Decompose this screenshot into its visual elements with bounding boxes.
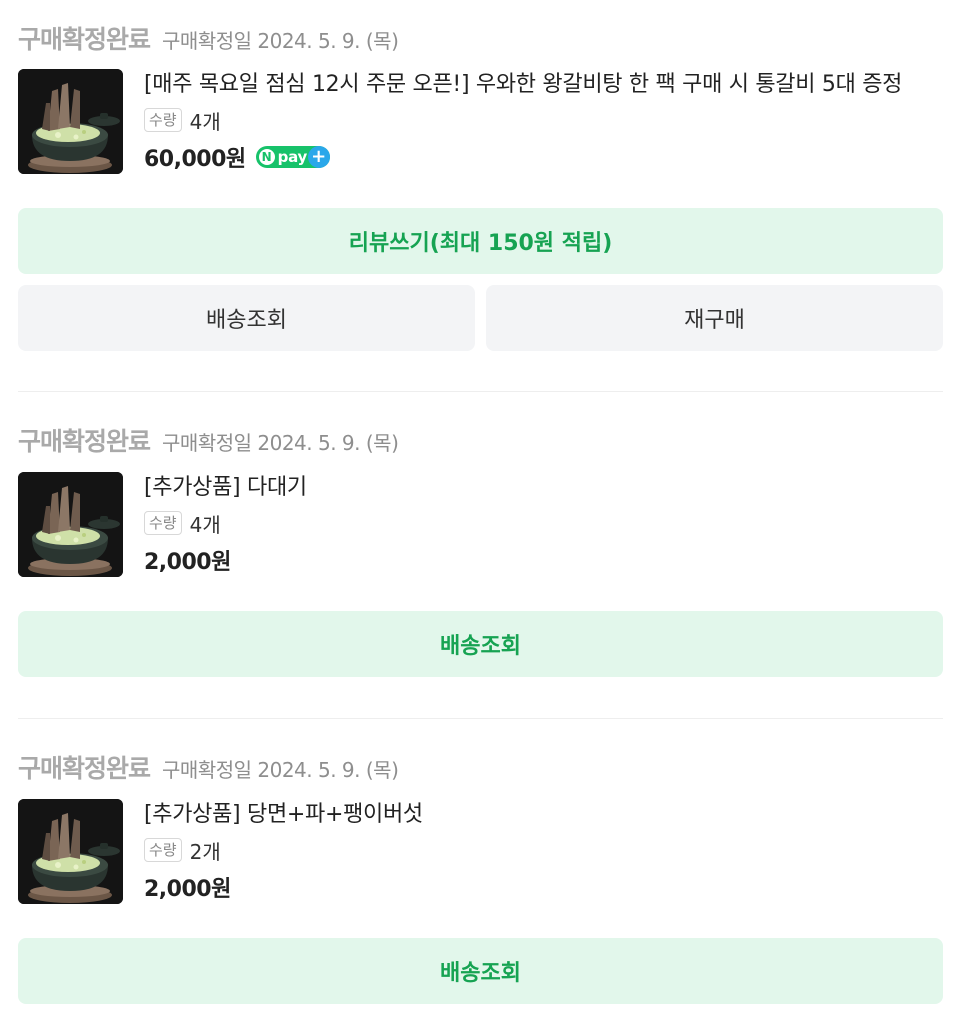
order-status: 구매확정완료 bbox=[18, 25, 151, 54]
quantity-badge: 수량 bbox=[144, 838, 182, 862]
quantity-badge: 수량 bbox=[144, 108, 182, 132]
price-row: 2,000원 bbox=[144, 872, 943, 902]
track-delivery-button[interactable]: 배송조회 bbox=[18, 938, 943, 1004]
quantity-value: 2개 bbox=[189, 839, 221, 864]
quantity-row: 수량 4개 bbox=[144, 106, 943, 134]
npay-n-icon: N bbox=[258, 149, 275, 165]
plus-icon: + bbox=[307, 146, 330, 168]
order-card: 구매확정완료 구매확정일 2024. 5. 9. (목) [추가상품] 당면+파… bbox=[0, 719, 961, 1030]
galbitang-image bbox=[18, 799, 123, 904]
product-thumbnail[interactable] bbox=[18, 472, 123, 577]
price-row: 2,000원 bbox=[144, 545, 943, 575]
order-status: 구매확정완료 bbox=[18, 427, 151, 456]
quantity-value: 4개 bbox=[189, 512, 221, 537]
product-info: [매주 목요일 점심 12시 주문 오픈!] 우와한 왕갈비탕 한 팩 구매 시… bbox=[144, 68, 943, 172]
product-thumbnail[interactable] bbox=[18, 799, 123, 904]
track-delivery-button[interactable]: 배송조회 bbox=[18, 285, 475, 351]
product-title[interactable]: [추가상품] 당면+파+팽이버섯 bbox=[144, 798, 943, 832]
track-delivery-button[interactable]: 배송조회 bbox=[18, 611, 943, 677]
quantity-row: 수량 2개 bbox=[144, 836, 943, 864]
product-title[interactable]: [추가상품] 다대기 bbox=[144, 471, 943, 505]
product-price: 2,000원 bbox=[144, 550, 231, 575]
order-status-line: 구매확정완료 구매확정일 2024. 5. 9. (목) bbox=[18, 749, 399, 783]
quantity-badge: 수량 bbox=[144, 511, 182, 535]
galbitang-image bbox=[18, 69, 123, 174]
rebuy-button[interactable]: 재구매 bbox=[486, 285, 943, 351]
npay-plus-badge: N pay + bbox=[255, 146, 330, 168]
order-card: 구매확정완료 구매확정일 2024. 5. 9. (목) [추가상품] 다대기 … bbox=[0, 392, 961, 719]
npay-label: pay bbox=[277, 148, 308, 166]
order-status: 구매확정완료 bbox=[18, 754, 151, 783]
galbitang-image bbox=[18, 472, 123, 577]
product-thumbnail[interactable] bbox=[18, 69, 123, 174]
confirm-date: 구매확정일 2024. 5. 9. (목) bbox=[162, 758, 399, 782]
product-info: [추가상품] 다대기 수량 4개 2,000원 bbox=[144, 471, 943, 575]
product-title[interactable]: [매주 목요일 점심 12시 주문 오픈!] 우와한 왕갈비탕 한 팩 구매 시… bbox=[144, 68, 943, 102]
confirm-date: 구매확정일 2024. 5. 9. (목) bbox=[162, 29, 399, 53]
confirm-date: 구매확정일 2024. 5. 9. (목) bbox=[162, 431, 399, 455]
order-card: 구매확정완료 구매확정일 2024. 5. 9. (목) [매주 목요일 점심 … bbox=[0, 0, 961, 392]
quantity-value: 4개 bbox=[189, 109, 221, 134]
product-price: 60,000원 bbox=[144, 147, 246, 172]
order-status-line: 구매확정완료 구매확정일 2024. 5. 9. (목) bbox=[18, 422, 399, 456]
quantity-row: 수량 4개 bbox=[144, 509, 943, 537]
product-info: [추가상품] 당면+파+팽이버섯 수량 2개 2,000원 bbox=[144, 798, 943, 902]
write-review-button[interactable]: 리뷰쓰기(최대 150원 적립) bbox=[18, 208, 943, 274]
product-price: 2,000원 bbox=[144, 877, 231, 902]
order-status-line: 구매확정완료 구매확정일 2024. 5. 9. (목) bbox=[18, 20, 399, 54]
price-row: 60,000원 N pay + bbox=[144, 142, 943, 172]
